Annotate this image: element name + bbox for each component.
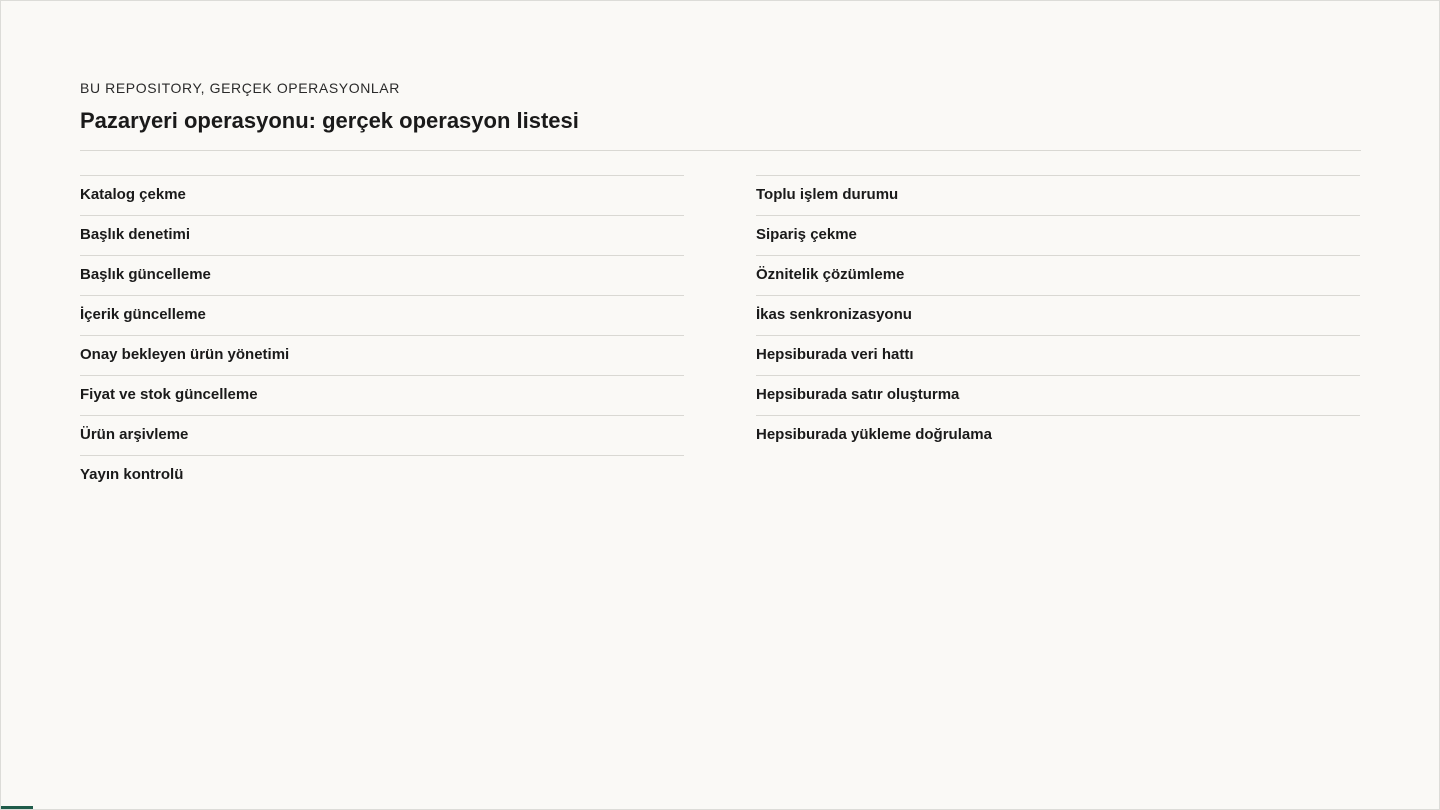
operation-item[interactable]: Onay bekleyen ürün yönetimi — [80, 335, 684, 375]
operation-item[interactable]: Başlık güncelleme — [80, 255, 684, 295]
slide: BU REPOSITORY, GERÇEK OPERASYONLAR Pazar… — [0, 0, 1440, 810]
operation-item[interactable]: Fiyat ve stok güncelleme — [80, 375, 684, 415]
corner-accent-bar — [1, 806, 33, 809]
operation-item[interactable]: Hepsiburada veri hattı — [756, 335, 1360, 375]
eyebrow-label: BU REPOSITORY, GERÇEK OPERASYONLAR — [80, 80, 400, 96]
operation-item[interactable]: Yayın kontrolü — [80, 455, 684, 495]
operation-item[interactable]: İçerik güncelleme — [80, 295, 684, 335]
operation-item[interactable]: Katalog çekme — [80, 175, 684, 215]
operations-list-left: Katalog çekme Başlık denetimi Başlık gün… — [80, 175, 684, 495]
operations-list-right: Toplu işlem durumu Sipariş çekme Öznitel… — [756, 175, 1360, 455]
operation-item[interactable]: Hepsiburada satır oluşturma — [756, 375, 1360, 415]
operation-item[interactable]: Toplu işlem durumu — [756, 175, 1360, 215]
operation-item[interactable]: Ürün arşivleme — [80, 415, 684, 455]
operation-item[interactable]: Öznitelik çözümleme — [756, 255, 1360, 295]
title-divider — [80, 150, 1361, 151]
page-title: Pazaryeri operasyonu: gerçek operasyon l… — [80, 108, 579, 133]
operation-item[interactable]: Hepsiburada yükleme doğrulama — [756, 415, 1360, 455]
operation-item[interactable]: Başlık denetimi — [80, 215, 684, 255]
operation-item[interactable]: Sipariş çekme — [756, 215, 1360, 255]
operation-item[interactable]: İkas senkronizasyonu — [756, 295, 1360, 335]
